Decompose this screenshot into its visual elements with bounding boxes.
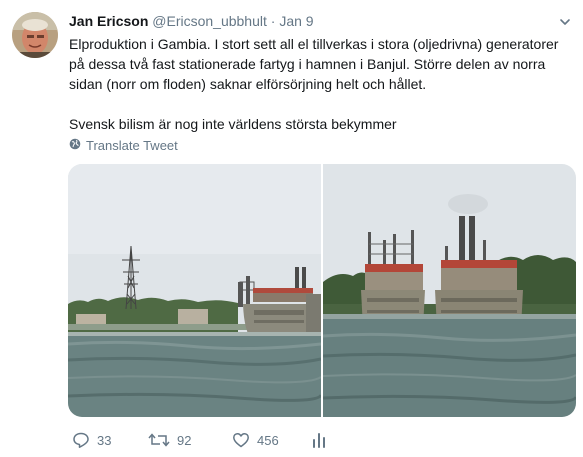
separator-dot: · <box>270 13 276 29</box>
translate-label: Translate Tweet <box>86 138 178 153</box>
reply-icon <box>72 431 90 449</box>
retweet-count: 92 <box>177 432 192 448</box>
like-count: 456 <box>257 432 279 448</box>
analytics-button[interactable] <box>312 428 326 452</box>
translate-tweet-link[interactable]: Translate Tweet <box>69 138 178 153</box>
tweet-header: Jan Ericson @Ericson_ubbhult · Jan 9 <box>69 12 571 32</box>
tweet-paragraph-2: Svensk bilism är nog inte världens störs… <box>69 116 397 132</box>
chevron-down-icon[interactable] <box>559 14 571 26</box>
globe-icon <box>69 138 81 153</box>
heart-icon <box>232 431 250 449</box>
tweet-text: Elproduktion i Gambia. I stort sett all … <box>69 34 569 134</box>
retweet-button[interactable]: 92 <box>148 428 191 452</box>
retweet-icon <box>148 431 170 449</box>
tweet-paragraph-1: Elproduktion i Gambia. I stort sett all … <box>69 36 559 92</box>
tweet-media <box>68 164 576 417</box>
avatar[interactable] <box>12 12 58 58</box>
author-handle[interactable]: @Ericson_ubbhult <box>152 13 267 29</box>
reply-button[interactable]: 33 <box>72 428 111 452</box>
tweet-date[interactable]: Jan 9 <box>279 13 313 29</box>
reply-count: 33 <box>97 432 112 448</box>
photo-ship-with-pylon[interactable] <box>68 164 323 417</box>
photo-two-ships[interactable] <box>322 164 576 417</box>
like-button[interactable]: 456 <box>232 428 279 452</box>
analytics-icon <box>312 431 326 449</box>
author-name[interactable]: Jan Ericson <box>69 13 148 29</box>
